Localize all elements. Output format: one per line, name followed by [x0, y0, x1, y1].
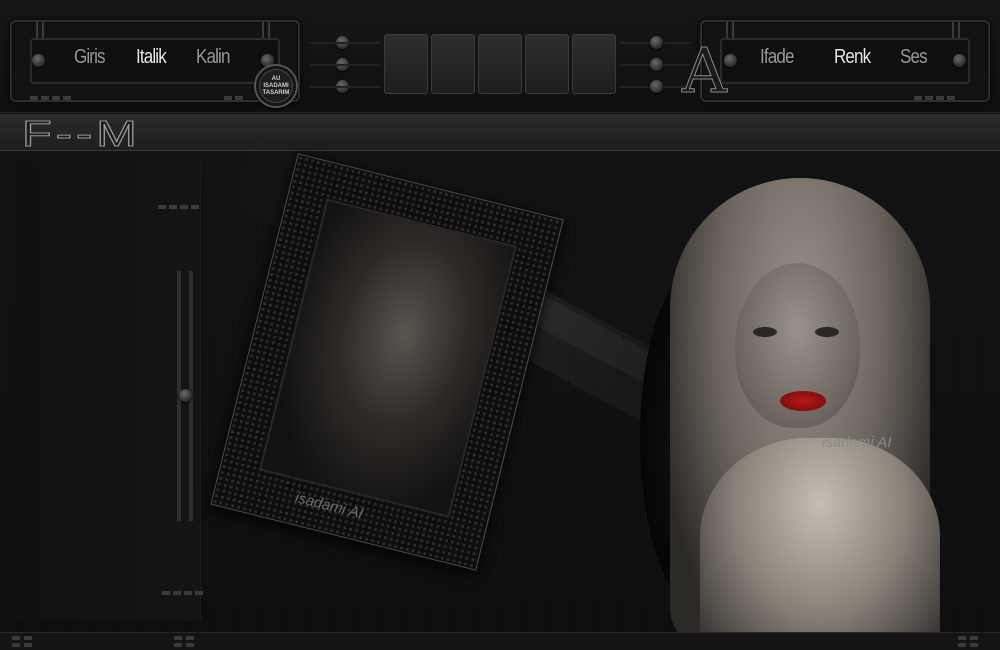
scarf: [700, 438, 940, 633]
menu-item-ses[interactable]: Ses: [900, 46, 928, 69]
decor-square: [958, 643, 966, 647]
decor-line: [310, 64, 380, 66]
decor-line: [310, 86, 380, 88]
page-title: F--M: [21, 113, 141, 154]
decor-square: [12, 636, 20, 640]
bottom-bar: [0, 632, 1000, 650]
face: [735, 263, 860, 428]
title-bar: F--M: [0, 113, 1000, 154]
decor-square: [970, 636, 978, 640]
decor-dashes: [162, 591, 203, 595]
decor-dashes: [914, 96, 955, 100]
portrait-image: isadami AI: [640, 178, 985, 633]
menu-item-renk[interactable]: Renk: [834, 46, 871, 69]
knob-icon: [32, 54, 45, 67]
decor-square: [174, 636, 182, 640]
menu-item-ifade[interactable]: Ifade: [760, 46, 794, 69]
decor-square: [24, 636, 32, 640]
tile-button-5[interactable]: [572, 34, 616, 94]
knob-icon[interactable]: [650, 80, 663, 93]
top-bar: Giris Italik Kalin AU ISADAMI TASARIM If…: [0, 0, 1000, 113]
decor-dashes: [158, 205, 199, 209]
left-column: [10, 161, 201, 621]
tile-button-3[interactable]: [478, 34, 522, 94]
tile-button-4[interactable]: [525, 34, 569, 94]
logo-badge[interactable]: AU ISADAMI TASARIM: [256, 66, 296, 106]
decor-dashes: [224, 96, 243, 100]
content-area: isadami AI isadami AI: [0, 134, 1000, 633]
knob-icon[interactable]: [650, 36, 663, 49]
menu-item-italik[interactable]: Italik: [136, 46, 167, 69]
tile-button-2[interactable]: [431, 34, 475, 94]
eye: [753, 327, 777, 337]
logo-line1: AU: [271, 75, 281, 82]
decor-square: [24, 643, 32, 647]
decor-square: [186, 643, 194, 647]
decor-square: [174, 643, 182, 647]
menu-item-giris[interactable]: Giris: [74, 46, 106, 69]
decor-line: [310, 42, 380, 44]
knob-icon: [261, 54, 274, 67]
portrait-watermark: isadami AI: [822, 434, 892, 451]
decor-letter: A: [682, 34, 728, 107]
decor-square: [186, 636, 194, 640]
photo-image: [259, 198, 517, 518]
page: Giris Italik Kalin AU ISADAMI TASARIM If…: [0, 0, 1000, 650]
lips: [780, 391, 826, 411]
slider-knob-icon[interactable]: [179, 389, 192, 402]
right-menu-panel: Ifade Renk Ses: [700, 20, 990, 102]
logo-line3: TASARIM: [262, 89, 290, 96]
decor-square: [970, 643, 978, 647]
decor-dashes: [30, 96, 71, 100]
knob-icon: [953, 54, 966, 67]
eye: [815, 327, 839, 337]
knob-icon[interactable]: [650, 58, 663, 71]
decor-square: [958, 636, 966, 640]
decor-square: [12, 643, 20, 647]
menu-item-kalin[interactable]: Kalin: [196, 46, 230, 69]
logo-line2: ISADAMI: [263, 82, 289, 89]
tile-button-1[interactable]: [384, 34, 428, 94]
